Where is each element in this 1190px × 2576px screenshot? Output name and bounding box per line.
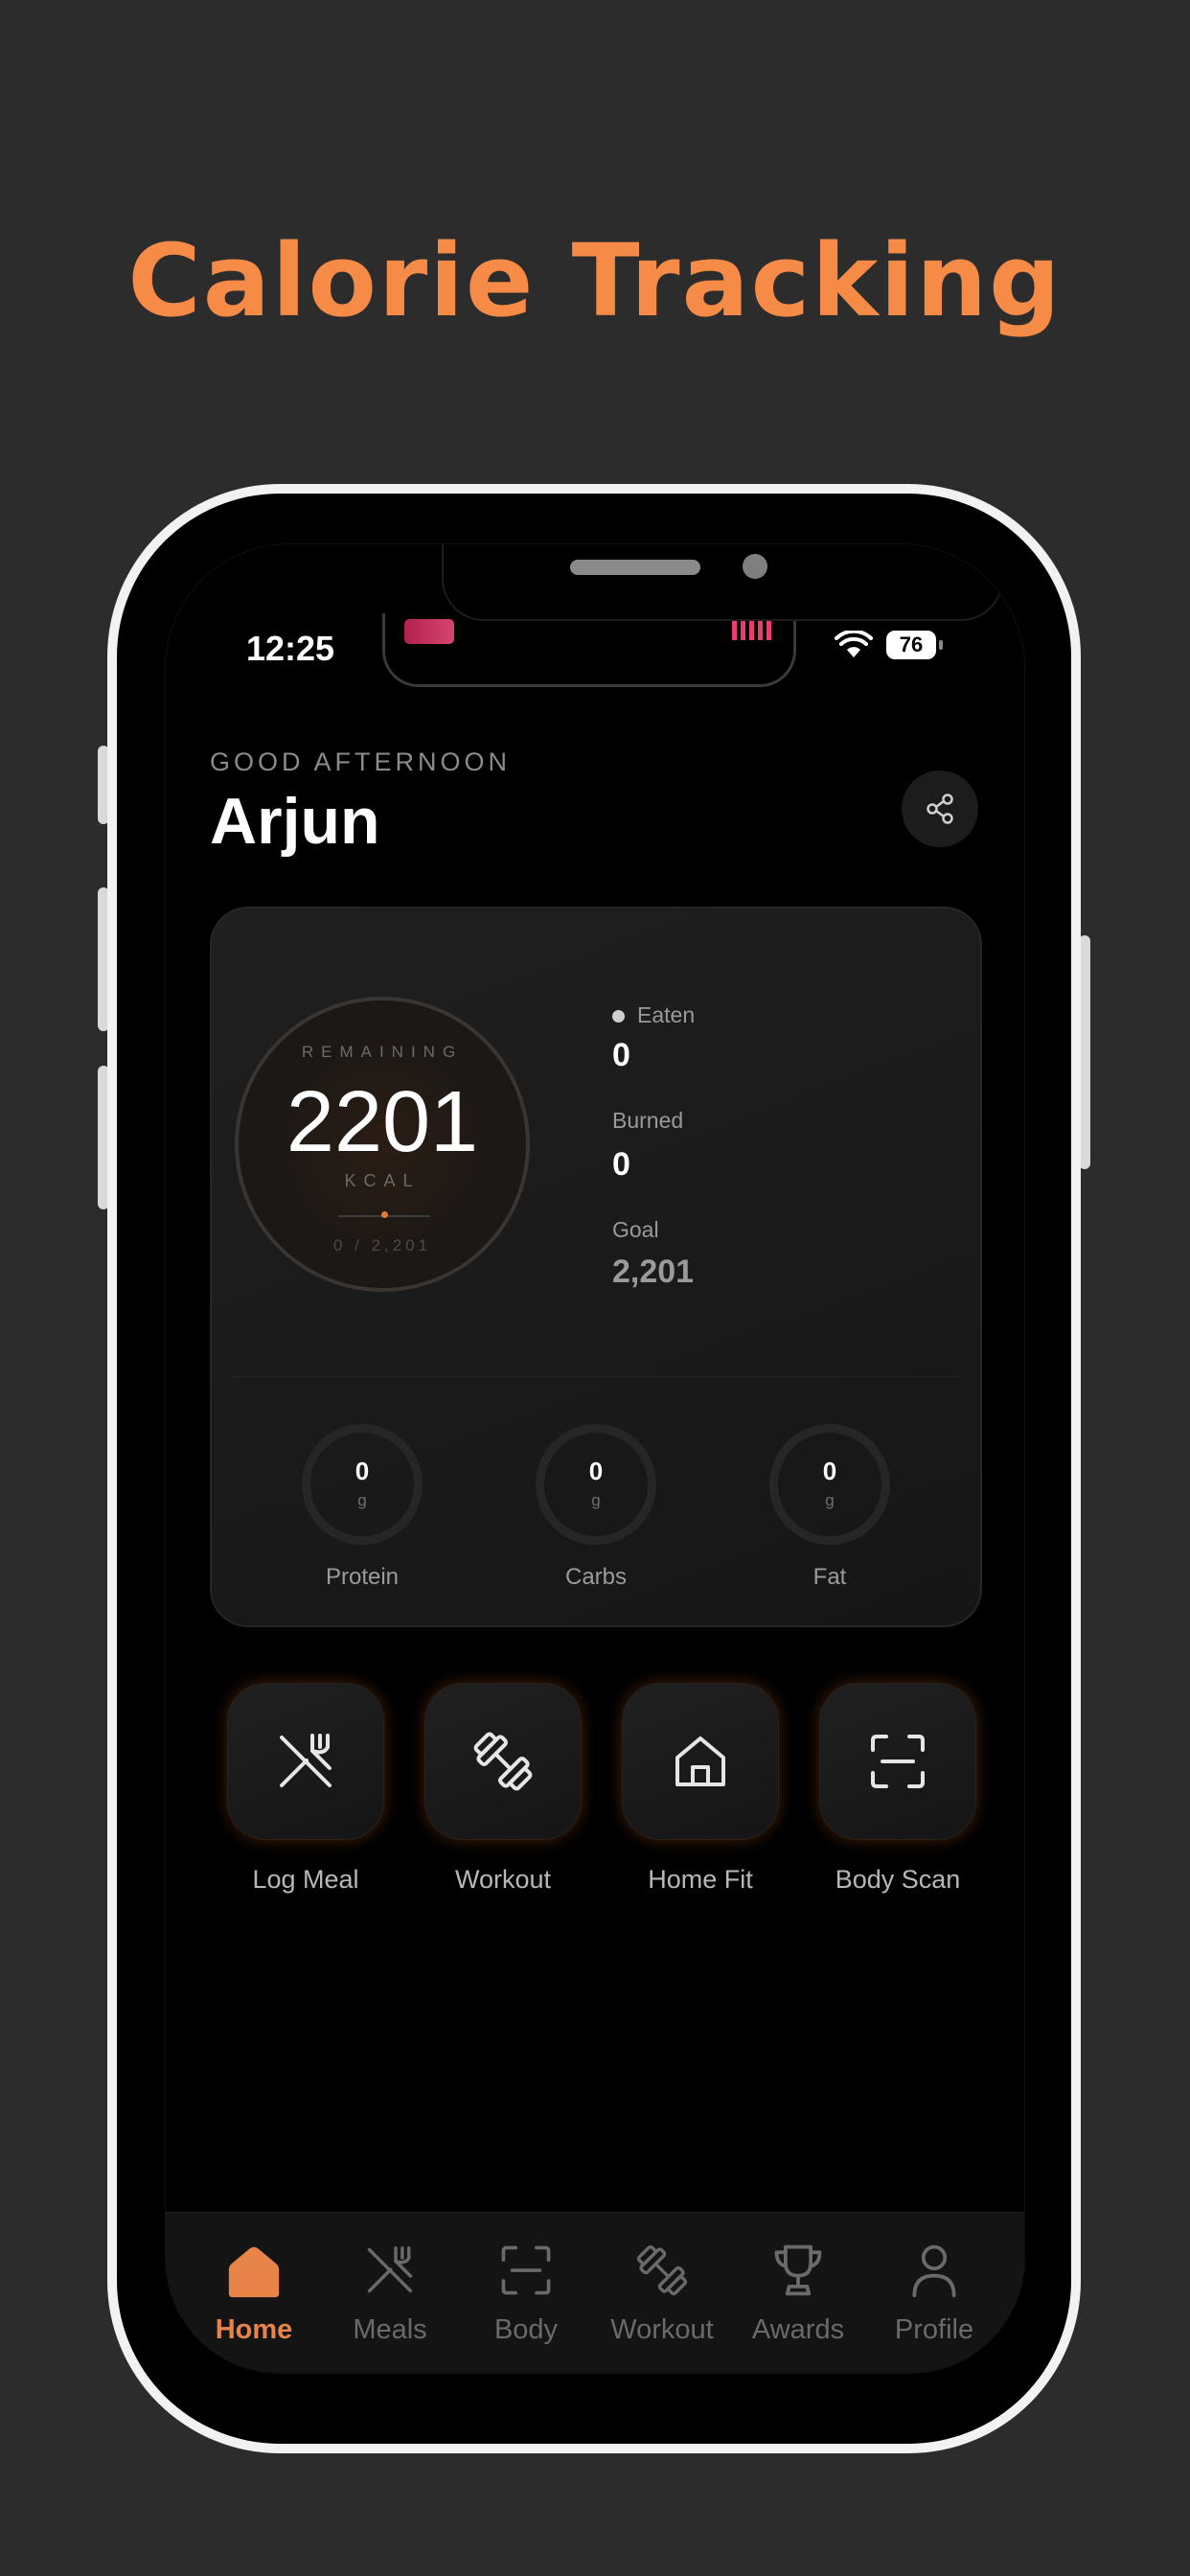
burned-value: 0 <box>612 1146 630 1183</box>
remaining-calories-ring: REMAINING 2201 KCAL 0 / 2,201 <box>235 997 530 1292</box>
calorie-progress-text: 0 / 2,201 <box>332 1236 432 1254</box>
battery-tip <box>939 640 943 650</box>
utensils-icon <box>280 1734 332 1787</box>
macro-carbs[interactable]: 0 g Carbs <box>534 1424 658 1597</box>
greeting-text: GOOD AFTERNOON <box>210 748 512 776</box>
home-fit-button[interactable]: Home Fit <box>614 1683 787 1903</box>
speaker-grille <box>570 560 700 575</box>
bottom-tab-bar: Home Meals Body Workout Awards Profile <box>166 2212 1024 2373</box>
tab-meals-label: Meals <box>353 2314 427 2345</box>
fat-value: 0 <box>822 1457 837 1485</box>
workout-button[interactable]: Workout <box>417 1683 589 1903</box>
goal-label: Goal <box>612 1217 659 1242</box>
phone-bezel: 12:25 76 GOOD AFTERNOON Arjun REMAINING … <box>117 494 1071 2444</box>
remaining-value: 2201 <box>286 1074 479 1170</box>
page-headline: Calorie Tracking <box>127 222 1063 339</box>
remaining-label: REMAINING <box>301 1043 464 1061</box>
carbs-unit: g <box>591 1491 601 1509</box>
protein-unit: g <box>357 1491 367 1509</box>
burned-label: Burned <box>612 1108 684 1133</box>
home-fit-tile[interactable] <box>622 1683 779 1840</box>
battery-indicator: 76 <box>886 631 936 659</box>
protein-label: Protein <box>325 1564 400 1590</box>
carbs-value: 0 <box>588 1457 604 1485</box>
macro-protein[interactable]: 0 g Protein <box>300 1424 424 1597</box>
home-icon <box>675 1736 725 1786</box>
tab-body-label: Body <box>493 2314 559 2345</box>
dumbbell-icon <box>633 2242 691 2299</box>
protein-value: 0 <box>355 1457 370 1485</box>
share-button[interactable] <box>902 770 978 847</box>
eaten-value: 0 <box>612 1037 630 1073</box>
card-divider <box>229 1376 963 1377</box>
tab-profile[interactable]: Profile <box>867 2242 1001 2357</box>
tab-home[interactable]: Home <box>187 2242 321 2357</box>
eaten-dot-icon <box>612 1010 625 1023</box>
tab-workout-label: Workout <box>610 2314 714 2345</box>
phone-frame: 12:25 76 GOOD AFTERNOON Arjun REMAINING … <box>107 484 1081 2453</box>
body-scan-button[interactable]: Body Scan <box>812 1683 984 1903</box>
wifi-icon <box>835 631 873 657</box>
macro-fat[interactable]: 0 g Fat <box>767 1424 892 1597</box>
share-icon <box>927 794 953 824</box>
log-meal-button[interactable]: Log Meal <box>219 1683 392 1903</box>
body-scan-label: Body Scan <box>835 1865 961 1894</box>
home-fit-label: Home Fit <box>648 1865 753 1894</box>
status-time: 12:25 <box>246 629 335 668</box>
app-screen: 12:25 76 GOOD AFTERNOON Arjun REMAINING … <box>165 543 1025 2374</box>
carbs-label: Carbs <box>564 1564 628 1590</box>
user-name: Arjun <box>210 785 380 858</box>
tab-meals[interactable]: Meals <box>323 2242 457 2357</box>
log-meal-label: Log Meal <box>252 1865 359 1894</box>
scan-icon <box>871 1735 925 1788</box>
ring-progress-dot <box>381 1211 388 1218</box>
body-scan-tile[interactable] <box>819 1683 976 1840</box>
goal-value: 2,201 <box>612 1254 695 1290</box>
tab-awards-label: Awards <box>751 2314 845 2345</box>
trophy-icon <box>769 2242 827 2299</box>
tab-home-label: Home <box>215 2314 293 2345</box>
fat-label: Fat <box>812 1564 847 1590</box>
tab-profile-label: Profile <box>894 2314 974 2345</box>
now-playing-artwork <box>404 619 454 644</box>
dynamic-island[interactable] <box>382 613 796 687</box>
tab-awards[interactable]: Awards <box>731 2242 865 2357</box>
person-icon <box>905 2242 963 2299</box>
tab-workout[interactable]: Workout <box>595 2242 729 2357</box>
utensils-icon <box>361 2242 419 2299</box>
calorie-summary-card[interactable]: REMAINING 2201 KCAL 0 / 2,201 Eaten 0 Bu… <box>210 907 982 1627</box>
workout-label: Workout <box>454 1865 552 1894</box>
log-meal-tile[interactable] <box>227 1683 384 1840</box>
front-camera <box>743 554 767 579</box>
phone-notch <box>442 544 1003 621</box>
scan-icon <box>497 2242 555 2299</box>
tab-body[interactable]: Body <box>459 2242 593 2357</box>
kcal-unit: KCAL <box>344 1171 421 1190</box>
eaten-label: Eaten <box>637 1002 696 1027</box>
dumbbell-icon <box>473 1732 533 1791</box>
workout-tile[interactable] <box>424 1683 582 1840</box>
home-icon <box>225 2242 283 2299</box>
fat-unit: g <box>825 1491 835 1509</box>
